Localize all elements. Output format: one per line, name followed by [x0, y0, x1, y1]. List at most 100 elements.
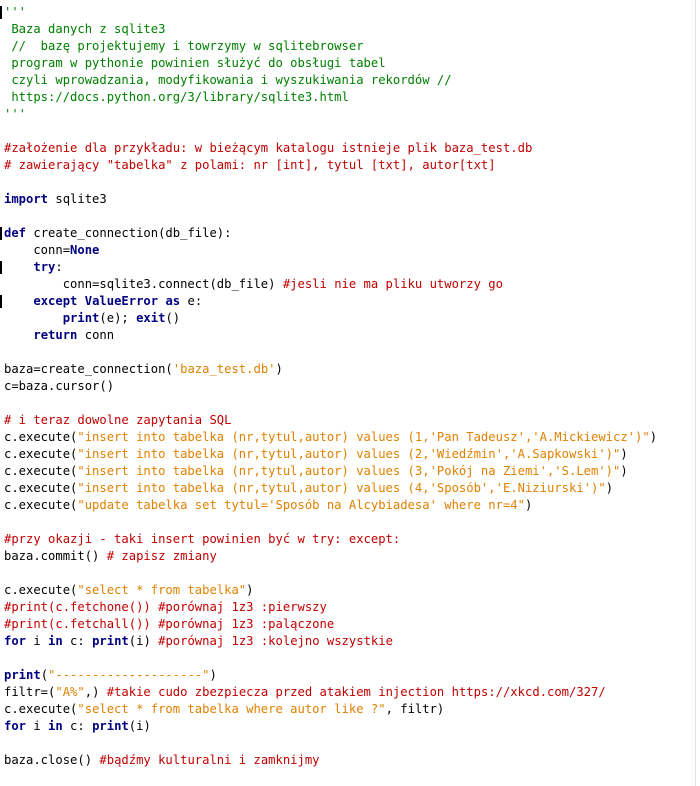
- code-line[interactable]: c.execute("update tabelka set tytul='Spo…: [0, 497, 694, 514]
- token-text: i: [26, 719, 49, 733]
- token-keyword: def: [4, 226, 27, 240]
- token-keyword: print: [4, 668, 41, 682]
- code-line[interactable]: czyli wprowadzania, modyfikowania i wysz…: [0, 72, 694, 89]
- code-line[interactable]: c.execute("insert into tabelka (nr,tytul…: [0, 429, 694, 446]
- token-text: , filtr): [385, 702, 445, 716]
- token-text: (: [40, 668, 49, 682]
- code-line[interactable]: filtr=("A%",) #takie cudo zbezpiecza prz…: [0, 684, 694, 701]
- token-docstring: https://docs.python.org/3/library/sqlite…: [4, 90, 349, 104]
- token-text: baza.commit(): [4, 549, 107, 563]
- token-keyword: import: [4, 192, 49, 206]
- code-area[interactable]: ''' Baza danych z sqlite3 // bazę projek…: [0, 4, 694, 769]
- code-line[interactable]: ​: [0, 395, 694, 412]
- token-text: (e);: [99, 311, 137, 325]
- code-line[interactable]: c.execute("select * from tabelka where a…: [0, 701, 694, 718]
- token-keyword: print: [92, 719, 129, 733]
- code-line[interactable]: #założenie dla przykładu: w bieżącym kat…: [0, 140, 694, 157]
- code-line[interactable]: ​: [0, 123, 694, 140]
- token-text: c.execute(: [4, 430, 78, 444]
- code-line[interactable]: program w pythonie powinien służyć do ob…: [0, 55, 694, 72]
- code-line[interactable]: ​: [0, 344, 694, 361]
- code-line[interactable]: Baza danych z sqlite3: [0, 21, 694, 38]
- code-line[interactable]: ​: [0, 565, 694, 582]
- token-text: ): [246, 583, 254, 597]
- token-keyword: exit: [136, 311, 166, 325]
- code-line[interactable]: ''': [0, 4, 694, 21]
- token-keyword: ValueError: [84, 294, 159, 308]
- code-line[interactable]: c.execute("insert into tabelka (nr,tytul…: [0, 446, 694, 463]
- code-line[interactable]: print(e); exit(): [0, 310, 694, 327]
- token-string: 'baza_test.db': [172, 362, 276, 376]
- code-line[interactable]: # zawierający "tabelka" z polami: nr [in…: [0, 157, 694, 174]
- code-line[interactable]: except ValueError as e:: [0, 293, 694, 310]
- code-line[interactable]: ​: [0, 650, 694, 667]
- token-text: :: [55, 260, 63, 274]
- token-text: ): [275, 362, 283, 376]
- code-line[interactable]: ''': [0, 106, 694, 123]
- code-editor[interactable]: ''' Baza danych z sqlite3 // bazę projek…: [0, 0, 700, 786]
- code-line[interactable]: // bazę projektujemy i towrzymy w sqlite…: [0, 38, 694, 55]
- code-line[interactable]: #print(c.fetchall()) #porównaj 1z3 :palą…: [0, 616, 694, 633]
- code-line[interactable]: print("--------------------"): [0, 667, 694, 684]
- token-comment: #założenie dla przykładu: w bieżącym kat…: [4, 141, 533, 155]
- code-line[interactable]: # i teraz dowolne zapytania SQL: [0, 412, 694, 429]
- code-line[interactable]: c.execute("insert into tabelka (nr,tytul…: [0, 480, 694, 497]
- token-keyword: None: [70, 243, 100, 257]
- code-line[interactable]: return conn: [0, 327, 694, 344]
- code-line[interactable]: conn=sqlite3.connect(db_file) #jesli nie…: [0, 276, 694, 293]
- token-comment: # i teraz dowolne zapytania SQL: [4, 413, 232, 427]
- token-comment: # zawierający "tabelka" z polami: nr [in…: [4, 158, 496, 172]
- code-line[interactable]: ​: [0, 735, 694, 752]
- token-comment: #takie cudo zbezpiecza przed atakiem inj…: [106, 685, 606, 699]
- token-text: sqlite3: [48, 192, 107, 206]
- token-string: "select * from tabelka": [77, 583, 247, 597]
- token-text: conn=sqlite3.connect(db_file): [4, 277, 283, 291]
- right-margin-guide: [695, 0, 696, 786]
- code-line[interactable]: baza.commit() # zapisz zmiany: [0, 548, 694, 565]
- token-comment: #bądźmy kulturalni i zamknijmy: [99, 753, 320, 767]
- token-docstring: Baza danych z sqlite3: [4, 22, 166, 36]
- token-text: (): [165, 311, 181, 325]
- code-line[interactable]: def create_connection(db_file):: [0, 225, 694, 242]
- code-line[interactable]: ​: [0, 208, 694, 225]
- token-comment: #print(c.fetchone()) #porównaj 1z3 :pier…: [4, 600, 327, 614]
- code-line[interactable]: c.execute("insert into tabelka (nr,tytul…: [0, 463, 694, 480]
- token-text: e:: [180, 294, 203, 308]
- token-string: "--------------------": [48, 668, 210, 682]
- code-line[interactable]: ​: [0, 174, 694, 191]
- token-text: create_connection(db_file):: [26, 226, 232, 240]
- token-text: ): [649, 430, 658, 444]
- code-line[interactable]: conn=None: [0, 242, 694, 259]
- code-line[interactable]: baza.close() #bądźmy kulturalni i zamkni…: [0, 752, 694, 769]
- token-comment: # zapisz zmiany: [106, 549, 217, 563]
- token-keyword: in: [48, 719, 63, 733]
- token-keyword: return: [33, 328, 78, 342]
- code-line[interactable]: #przy okazji - taki insert powinien być …: [0, 531, 694, 548]
- fold-marker: [0, 295, 2, 308]
- token-keyword: as: [165, 294, 181, 308]
- token-string: "A%": [55, 685, 85, 699]
- token-text: ): [620, 447, 628, 461]
- token-text: ): [620, 464, 628, 478]
- fold-marker: [0, 6, 2, 19]
- token-text: ,): [84, 685, 107, 699]
- code-line[interactable]: for i in c: print(i) #porównaj 1z3 :kole…: [0, 633, 694, 650]
- code-line[interactable]: https://docs.python.org/3/library/sqlite…: [0, 89, 694, 106]
- code-line[interactable]: try:: [0, 259, 694, 276]
- token-text: conn: [77, 328, 115, 342]
- token-string: "update tabelka set tytul='Sposób na Alc…: [77, 498, 525, 512]
- code-line[interactable]: #print(c.fetchone()) #porównaj 1z3 :pier…: [0, 599, 694, 616]
- code-line[interactable]: c=baza.cursor(): [0, 378, 694, 395]
- token-text: c.execute(: [4, 447, 78, 461]
- code-line[interactable]: for i in c: print(i): [0, 718, 694, 735]
- code-line[interactable]: c.execute("select * from tabelka"): [0, 582, 694, 599]
- code-line[interactable]: import sqlite3: [0, 191, 694, 208]
- code-line[interactable]: baza=create_connection('baza_test.db'): [0, 361, 694, 378]
- code-line[interactable]: ​: [0, 514, 694, 531]
- token-comment: #print(c.fetchall()) #porównaj 1z3 :palą…: [4, 617, 335, 631]
- token-text: c.execute(: [4, 464, 78, 478]
